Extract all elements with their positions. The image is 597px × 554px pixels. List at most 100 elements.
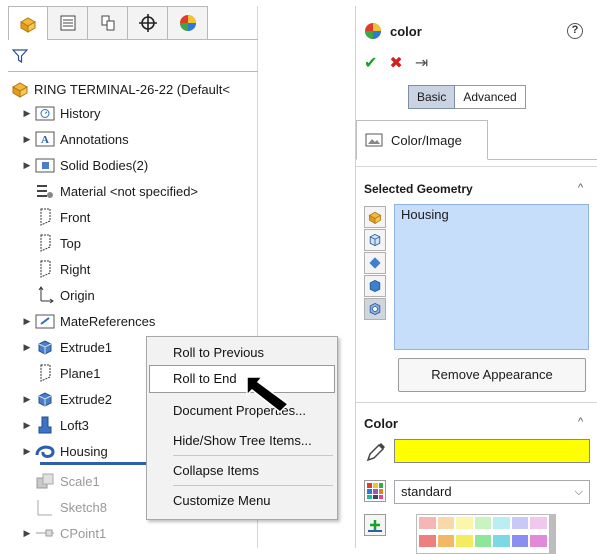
tree-item-label: Top — [60, 235, 81, 251]
cancel-x-icon[interactable]: ✖ — [389, 53, 402, 73]
tree-item-housing[interactable]: ▶ Housing — [20, 439, 108, 463]
tree-item-right-plane[interactable]: Right — [20, 257, 90, 281]
tab-dimxpert-manager[interactable] — [128, 6, 168, 40]
tree-root-part[interactable]: RING TERMINAL-26-22 (Default< — [10, 78, 230, 100]
plane-icon — [40, 208, 51, 226]
ok-check-icon[interactable]: ✔ — [364, 53, 377, 73]
chevron-down-icon: ⌵ — [574, 486, 583, 498]
plane-icon — [40, 364, 51, 382]
filter-body-icon[interactable] — [364, 229, 386, 251]
help-icon[interactable]: ? — [567, 23, 583, 39]
loft-icon — [38, 416, 52, 434]
tree-item-label: Plane1 — [60, 365, 101, 381]
color-section-title: Color — [364, 416, 398, 431]
plane-icon — [40, 260, 51, 278]
filter-feature-icon[interactable] — [364, 275, 386, 297]
manager-tabs — [8, 6, 258, 40]
tree-item-label: Solid Bodies(2) — [60, 157, 149, 173]
expand-arrow-icon[interactable]: ▶ — [20, 160, 34, 171]
tree-item-history[interactable]: ▶ History — [20, 101, 100, 125]
menu-item-hide-show-tree-items[interactable]: Hide/Show Tree Items... — [173, 429, 312, 453]
menu-item-collapse-items[interactable]: Collapse Items — [173, 459, 259, 483]
add-swatch-icon[interactable] — [364, 514, 386, 536]
tab-color-image[interactable]: Color/Image — [356, 120, 488, 160]
tree-item-label: MateReferences — [60, 313, 156, 329]
context-menu: Roll to Previous Roll to End Document Pr… — [146, 336, 338, 520]
tree-item-label: Front — [60, 209, 91, 225]
tree-item-label: Loft3 — [60, 417, 89, 433]
geometry-filter-toolbar — [364, 206, 388, 321]
tree-item-label: Origin — [60, 287, 95, 303]
matereferences-folder-icon — [35, 314, 55, 329]
mode-toggle: Basic Advanced — [408, 85, 526, 109]
menu-item-roll-to-previous[interactable]: Roll to Previous — [173, 341, 264, 365]
tab-configuration-manager[interactable] — [88, 6, 128, 40]
panel-title-text: color — [390, 23, 422, 39]
tree-item-extrude1[interactable]: ▶ Extrude1 — [20, 335, 112, 359]
menu-item-customize-menu[interactable]: Customize Menu — [173, 489, 271, 513]
tree-item-label: Right — [60, 261, 91, 277]
appearance-property-manager: color ? ✔ ✖ ⇥ Basic Advanced Color/Image… — [355, 6, 597, 554]
coordinate-point-icon — [36, 529, 54, 537]
expand-arrow-icon[interactable]: ▶ — [20, 528, 34, 539]
annotations-icon: A — [35, 131, 55, 147]
color-palette-icon — [364, 480, 386, 502]
tree-item-material[interactable]: Material <not specified> — [20, 179, 198, 203]
basic-mode-button[interactable]: Basic — [408, 85, 456, 109]
tree-item-plane1[interactable]: Plane1 — [20, 361, 100, 385]
expand-arrow-icon[interactable]: ▶ — [20, 342, 34, 353]
expand-arrow-icon[interactable]: ▶ — [20, 108, 34, 119]
expand-arrow-icon[interactable]: ▶ — [20, 316, 34, 327]
tree-item-label: Scale1 — [60, 473, 100, 489]
collapse-chevron-icon[interactable]: ^ — [578, 182, 583, 194]
tab-feature-manager[interactable] — [8, 6, 48, 40]
tree-item-sketch8[interactable]: Sketch8 — [20, 495, 107, 519]
list-item[interactable]: Housing — [401, 207, 582, 222]
tree-item-label: History — [60, 105, 101, 121]
appearance-ball-icon — [365, 23, 381, 39]
tree-item-solid-bodies[interactable]: ▶ Solid Bodies(2) — [20, 153, 148, 177]
tree-root-label: RING TERMINAL-26-22 (Default< — [34, 81, 230, 97]
collapse-chevron-icon[interactable]: ^ — [578, 416, 583, 428]
extrude-icon — [38, 392, 52, 407]
scale-icon — [36, 473, 54, 489]
tree-filter[interactable] — [8, 40, 258, 72]
remove-appearance-button[interactable]: Remove Appearance — [398, 358, 586, 392]
advanced-mode-button[interactable]: Advanced — [455, 85, 526, 109]
tree-item-annotations[interactable]: ▶ A Annotations — [20, 127, 129, 151]
expand-arrow-icon[interactable]: ▶ — [20, 134, 34, 145]
tree-item-matereferences[interactable]: ▶ MateReferences — [20, 309, 155, 333]
tree-item-front-plane[interactable]: Front — [20, 205, 90, 229]
filter-solid-body-icon[interactable] — [364, 298, 386, 320]
selected-geometry-list[interactable]: Housing — [394, 204, 589, 350]
extrude-icon — [38, 340, 52, 355]
rollback-bar[interactable] — [40, 462, 158, 465]
tree-item-cpoint1[interactable]: ▶ CPoint1 — [20, 521, 107, 545]
tree-item-label: Annotations — [60, 131, 129, 147]
tree-item-label: CPoint1 — [60, 525, 107, 541]
filter-face-icon[interactable] — [364, 252, 386, 274]
palette-select[interactable]: standard ⌵ — [394, 480, 590, 504]
swept-feature-icon — [35, 445, 55, 458]
tree-item-label: Extrude1 — [60, 339, 113, 355]
tab-color-image-label: Color/Image — [391, 132, 462, 148]
tree-item-loft3[interactable]: ▶ Loft3 — [20, 413, 89, 437]
palette-scrollbar[interactable] — [550, 514, 556, 554]
tree-item-extrude2[interactable]: ▶ Extrude2 — [20, 387, 112, 411]
expand-arrow-icon[interactable]: ▶ — [20, 394, 34, 405]
expand-arrow-icon[interactable]: ▶ — [20, 420, 34, 431]
tree-item-origin[interactable]: Origin — [20, 283, 95, 307]
filter-part-icon[interactable] — [364, 206, 386, 228]
menu-item-roll-to-end[interactable]: Roll to End — [173, 367, 237, 391]
eyedropper-icon[interactable] — [364, 440, 388, 464]
tree-item-top-plane[interactable]: Top — [20, 231, 81, 255]
pin-icon[interactable]: ⇥ — [415, 53, 428, 73]
tree-item-label: Sketch8 — [60, 499, 107, 515]
tab-display-manager[interactable] — [168, 6, 208, 40]
expand-arrow-icon[interactable]: ▶ — [20, 446, 34, 457]
cursor-arrow-icon — [246, 376, 290, 414]
color-palette-grid[interactable] — [416, 514, 550, 554]
color-swatch[interactable] — [394, 439, 590, 463]
tab-property-manager[interactable] — [48, 6, 88, 40]
tree-item-scale1[interactable]: Scale1 — [20, 469, 100, 493]
